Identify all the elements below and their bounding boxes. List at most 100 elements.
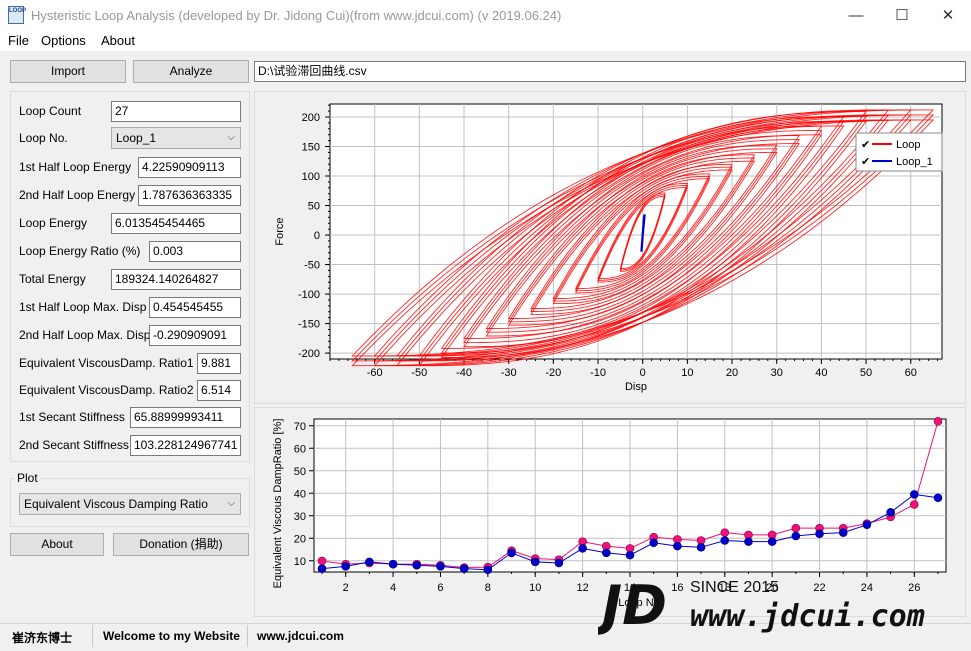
damping-data-point <box>436 562 445 571</box>
damping-data-point <box>933 493 943 503</box>
damping-data-point <box>507 548 516 558</box>
menu-bar <box>0 31 971 51</box>
status-author: 崔济东博士 <box>12 631 73 645</box>
file-path-field[interactable]: D:\试验滞回曲线.csv <box>254 61 966 82</box>
maximize-button[interactable]: ☐ <box>879 0 925 31</box>
y-tick-label: 0 <box>314 230 320 242</box>
damping-data-point <box>530 557 540 567</box>
jdcui-watermark: JD SINCE 2015 www.jdcui.com <box>598 574 925 636</box>
status-welcome: Welcome to my Website <box>103 629 240 643</box>
plot-group-title: Plot <box>15 471 40 485</box>
plot-type-select[interactable]: Equivalent Viscous Damping Ratio ⌵ <box>19 493 241 515</box>
damping-data-point <box>838 528 848 537</box>
watermark-site: www.jdcui.com <box>690 599 925 634</box>
y-tick-label: 200 <box>302 112 320 124</box>
param-value-field[interactable]: 0.003 <box>149 241 241 262</box>
x-tick-label: 12 <box>576 582 588 594</box>
y-tick-label: 10 <box>294 556 306 568</box>
damping-data-point <box>862 520 872 530</box>
param-label: 1st Secant Stiffness <box>19 410 125 424</box>
damping-data-point <box>886 508 895 517</box>
x-tick-label: -50 <box>411 367 427 379</box>
damping-data-point <box>602 548 611 558</box>
x-tick-label: -20 <box>545 367 561 379</box>
y-tick-label: 30 <box>294 511 306 523</box>
y-tick-label: -100 <box>298 289 320 301</box>
param-value-field[interactable]: 27 <box>111 101 241 122</box>
param-label: Equivalent ViscousDamp. Ratio2 (%) <box>19 383 216 397</box>
menu-about[interactable]: About <box>101 33 135 48</box>
x-tick-label: -10 <box>590 367 606 379</box>
y-tick-label: -150 <box>298 319 320 331</box>
damping-data-point <box>341 562 350 571</box>
donation-button[interactable]: Donation (捐助) <box>113 533 249 556</box>
damping-data-point <box>483 565 493 575</box>
import-button[interactable]: Import <box>10 60 126 83</box>
damping-data-point <box>365 557 374 567</box>
y-tick-label: 50 <box>308 201 320 213</box>
param-value-field[interactable]: 65.88999993411 <box>130 407 241 428</box>
param-value-field[interactable]: 6.514 <box>197 380 241 401</box>
status-divider <box>92 625 93 647</box>
y-axis-label: Force <box>274 217 286 245</box>
damping-data-point <box>910 500 919 509</box>
loop-no-value: Loop_1 <box>116 131 157 145</box>
x-tick-label: 10 <box>681 367 693 379</box>
plot-type-value: Equivalent Viscous Damping Ratio <box>24 497 208 511</box>
damping-data-point <box>412 560 422 570</box>
damping-data-point <box>578 544 587 553</box>
damping-data-point <box>767 537 777 546</box>
app-icon: LOOP <box>8 6 26 24</box>
damping-data-point <box>720 536 730 545</box>
damping-data-point <box>388 559 398 569</box>
damping-data-point <box>554 558 564 568</box>
damping-data-point <box>791 523 801 533</box>
param-label: 2nd Half Loop Energy <box>19 188 136 202</box>
param-label: 1st Half Loop Max. Disp <box>19 300 147 314</box>
param-value-field[interactable]: 0.454545455 <box>149 297 241 318</box>
watermark-logo: JD <box>598 574 667 636</box>
param-value-field[interactable]: 1.787636363335 <box>138 185 241 206</box>
param-label: Loop Energy Ratio (%) <box>19 244 141 258</box>
about-button[interactable]: About <box>10 533 104 556</box>
y-tick-label: 40 <box>294 488 306 500</box>
param-value-field[interactable]: 9.881 <box>197 353 241 374</box>
damping-data-point <box>625 550 635 560</box>
y-tick-label: 150 <box>302 142 320 154</box>
y-tick-label: 70 <box>294 421 306 433</box>
loop-no-label: Loop No. <box>19 131 68 145</box>
chevron-down-icon: ⌵ <box>227 498 235 509</box>
param-value-field[interactable]: 189324.140264827 <box>111 269 241 290</box>
x-tick-label: 10 <box>529 582 541 594</box>
status-website[interactable]: www.jdcui.com <box>257 629 344 643</box>
param-label: Loop Count <box>19 104 82 118</box>
param-value-field[interactable]: 6.013545454465 <box>111 213 241 234</box>
param-label: Loop Energy <box>19 216 88 230</box>
x-tick-label: 20 <box>726 367 738 379</box>
watermark-since: SINCE 2015 <box>690 579 779 596</box>
param-value-field[interactable]: 103.228124967741 <box>130 435 241 456</box>
param-value-field[interactable]: -0.290909091 <box>149 325 241 346</box>
y-tick-label: 20 <box>294 533 306 545</box>
status-divider <box>247 625 248 647</box>
y-tick-label: -50 <box>304 260 320 272</box>
damping-data-point <box>649 538 658 548</box>
loop-no-select[interactable]: Loop_1 ⌵ <box>111 127 241 149</box>
analyze-button[interactable]: Analyze <box>133 60 249 83</box>
menu-options[interactable]: Options <box>41 33 86 48</box>
chevron-down-icon: ⌵ <box>227 132 235 143</box>
y-tick-label: 100 <box>302 171 320 183</box>
x-axis-label: Disp <box>625 381 647 393</box>
param-label: 1st Half Loop Energy <box>19 160 132 174</box>
minimize-button[interactable]: — <box>833 0 879 31</box>
legend-label: Loop <box>896 139 920 151</box>
param-label: 2nd Secant Stiffness <box>19 438 129 452</box>
x-tick-label: -40 <box>456 367 472 379</box>
x-tick-label: 30 <box>771 367 783 379</box>
damping-data-point <box>910 490 919 499</box>
menu-file[interactable]: File <box>8 33 29 48</box>
close-button[interactable]: ✕ <box>925 0 971 31</box>
x-tick-label: 6 <box>437 582 443 594</box>
param-label: Total Energy <box>19 272 86 286</box>
param-value-field[interactable]: 4.22590909113 <box>138 157 241 178</box>
